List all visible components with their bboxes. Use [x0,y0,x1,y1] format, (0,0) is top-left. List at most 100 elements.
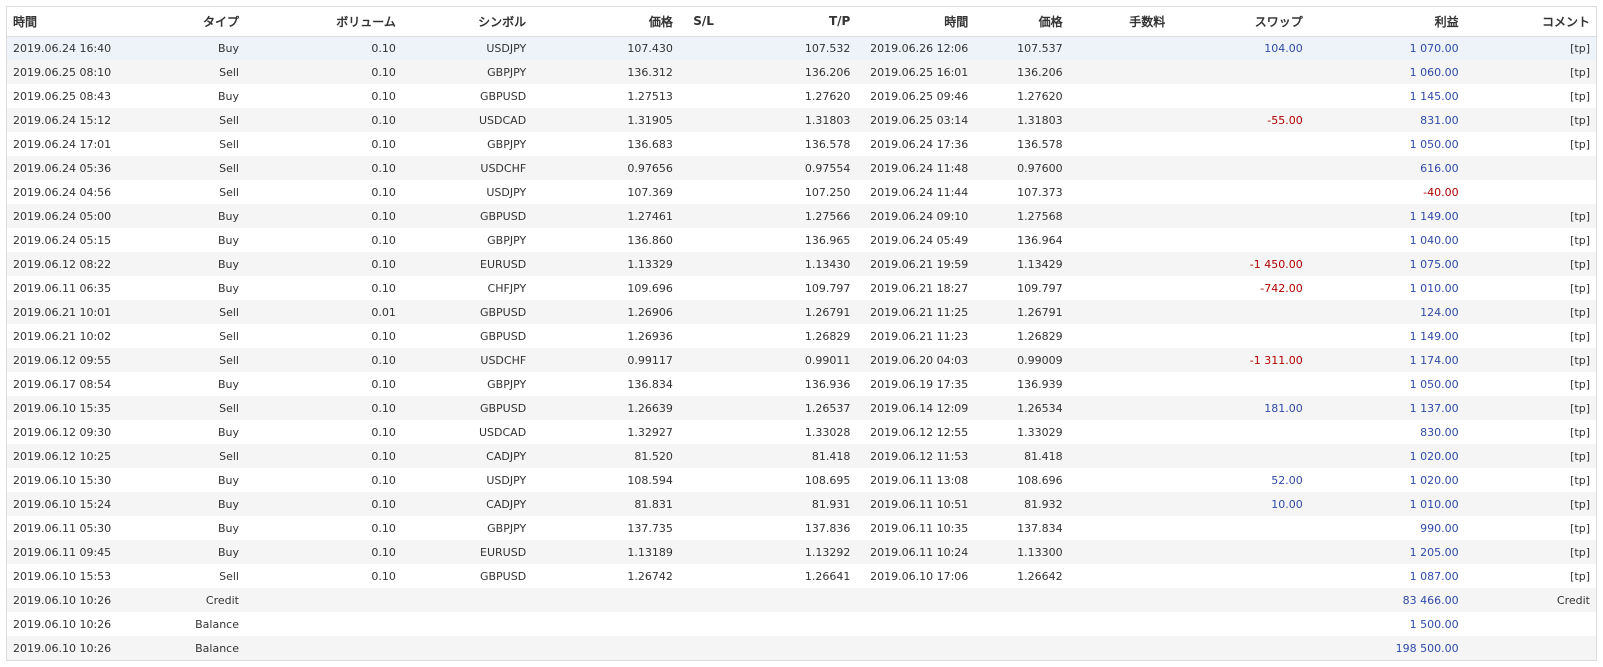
cell-volume: 0.10 [371,521,396,535]
cell-sl [678,204,720,228]
table-row[interactable]: 2019.06.10 10:26 Credit 83 466.00 Credit [7,588,1596,612]
cell-comment: [tp] [1464,36,1596,60]
cell-swap [1171,84,1308,108]
cell-close-price: 1.26534 [974,396,1069,420]
cell-swap [1171,324,1308,348]
table-row[interactable]: 2019.06.25 08:10 Sell 0.10 GBPJPY 136.312 136… [7,60,1596,84]
table-row[interactable]: 2019.06.10 15:35 Sell 0.10 GBPUSD 1.26639 1.2… [7,396,1596,420]
cell-profit: 1 075.00 [1308,252,1465,276]
cell-commission [1068,300,1172,324]
cell-symbol: CADJPY [401,444,533,468]
cell-open-time: 2019.06.10 10:26 [13,617,112,631]
cell-open-price: 137.735 [627,521,673,535]
table-row[interactable]: 2019.06.11 06:35 Buy 0.10 CHFJPY 109.696 109.… [7,276,1596,300]
table-row[interactable]: 2019.06.11 09:45 Buy 0.10 EURUSD 1.13189 1.13… [7,540,1596,564]
table-row[interactable]: 2019.06.24 04:56 Sell 0.10 USDJPY 107.369 107… [7,180,1596,204]
cell-volume: 0.10 [244,204,402,228]
cell-open-price: 136.683 [627,137,673,151]
col-symbol[interactable]: シンボル [401,7,533,37]
cell-tp: 81.418 [719,444,857,468]
cell-profit: 1 149.00 [1308,204,1465,228]
cell-profit: 1 020.00 [1308,444,1465,468]
cell-close-time: 2019.06.19 17:35 [870,377,969,391]
cell-open-time: 2019.06.10 15:24 [7,492,122,516]
cell-comment: [tp] [1570,89,1590,103]
cell-type: Balance [195,617,239,631]
table-row[interactable]: 2019.06.21 10:02 Sell 0.10 GBPUSD 1.26936 1.2… [7,324,1596,348]
col-comment[interactable]: コメント [1464,7,1596,37]
col-tp[interactable]: T/P [719,7,857,37]
cell-symbol: GBPJPY [487,233,527,247]
table-row[interactable]: 2019.06.24 05:36 Sell 0.10 USDCHF 0.97656 0.9… [7,156,1596,180]
cell-swap [1171,444,1309,468]
cell-profit: 1 500.00 [1409,617,1459,631]
cell-symbol: GBPJPY [487,521,527,535]
cell-tp: 1.26791 [719,300,857,324]
cell-profit: 1 149.00 [1409,329,1459,343]
table-row[interactable]: 2019.06.10 15:30 Buy 0.10 USDJPY 108.594 108.… [7,468,1596,492]
table-row[interactable]: 2019.06.24 17:01 Sell 0.10 GBPJPY 136.683 136… [7,132,1596,156]
table-row[interactable]: 2019.06.24 16:40 Buy 0.10 USDJPY 107.430 107.… [7,36,1596,60]
table-row[interactable]: 2019.06.12 09:30 Buy 0.10 USDCAD 1.32927 1.33… [7,420,1596,444]
col-commission[interactable]: 手数料 [1068,7,1172,37]
cell-swap: -1 311.00 [1171,348,1309,372]
cell-commission [1068,36,1172,60]
cell-comment: [tp] [1570,569,1590,583]
cell-symbol: GBPJPY [401,60,533,84]
cell-symbol: USDJPY [486,473,527,487]
col-swap[interactable]: スワップ [1171,7,1309,37]
table-row[interactable]: 2019.06.12 09:55 Sell 0.10 USDCHF 0.99117 0.9… [7,348,1596,372]
cell-symbol: GBPUSD [401,300,533,324]
cell-volume: 0.10 [244,108,402,132]
table-row[interactable]: 2019.06.24 15:12 Sell 0.10 USDCAD 1.31905 1.3… [7,108,1596,132]
table-row[interactable]: 2019.06.10 15:24 Buy 0.10 CADJPY 81.831 81.93… [7,492,1596,516]
cell-sl [679,276,720,300]
cell-comment: [tp] [1570,521,1590,535]
cell-close-price [974,636,1069,660]
cell-commission [1068,252,1172,276]
table-row[interactable]: 2019.06.21 10:01 Sell 0.01 GBPUSD 1.26906 1.2… [7,300,1596,324]
cell-sl [678,36,720,60]
col-profit[interactable]: 利益 [1308,7,1465,37]
cell-swap: 181.00 [1171,396,1309,420]
col-type[interactable]: タイプ [121,7,245,37]
table-row[interactable]: 2019.06.17 08:54 Buy 0.10 GBPJPY 136.834 136.… [7,372,1596,396]
cell-sl [679,612,720,636]
col-open-time[interactable]: 時間 [7,7,122,37]
table-row[interactable]: 2019.06.10 15:53 Sell 0.10 GBPUSD 1.26742 1.2… [7,564,1596,588]
cell-type: Buy [217,473,239,487]
col-volume[interactable]: ボリューム [244,7,402,37]
cell-close-time: 2019.06.12 12:55 [870,425,969,439]
col-open-price[interactable]: 価格 [532,7,679,37]
cell-type: Sell [219,569,239,583]
table-row[interactable]: 2019.06.25 08:43 Buy 0.10 GBPUSD 1.27513 1.27… [7,84,1596,108]
table-row[interactable]: 2019.06.12 08:22 Buy 0.10 EURUSD 1.13329 1.13… [7,252,1596,276]
table-row[interactable]: 2019.06.24 05:15 Buy 0.10 GBPJPY 136.860 136.… [7,228,1596,252]
cell-sl [678,300,720,324]
table-row[interactable]: 2019.06.24 05:00 Buy 0.10 GBPUSD 1.27461 1.27… [7,204,1596,228]
table-row[interactable]: 2019.06.12 10:25 Sell 0.10 CADJPY 81.520 81.4… [7,444,1596,468]
cell-open-time: 2019.06.24 04:56 [13,185,112,199]
table-row[interactable]: 2019.06.10 10:26 Balance 198 500.00 [7,636,1596,660]
cell-swap [1171,204,1309,228]
cell-volume: 0.10 [371,569,396,583]
col-close-price[interactable]: 価格 [974,7,1069,37]
cell-open-price: 1.27513 [627,89,673,103]
cell-commission [1069,372,1172,396]
table-row[interactable]: 2019.06.11 05:30 Buy 0.10 GBPJPY 137.735 137.… [7,516,1596,540]
cell-comment: [tp] [1464,396,1596,420]
cell-tp: 0.97554 [719,156,857,180]
cell-close-price: 1.13300 [974,540,1069,564]
cell-commission [1068,492,1172,516]
cell-close-time: 2019.06.11 10:35 [870,521,969,535]
cell-comment: Credit [1464,588,1596,612]
cell-type: Buy [217,281,239,295]
col-close-time[interactable]: 時間 [856,7,975,37]
cell-close-time: 2019.06.21 11:25 [856,300,975,324]
cell-commission [1069,228,1172,252]
col-sl[interactable]: S/L [678,7,720,37]
cell-commission [1068,636,1172,660]
cell-symbol: GBPJPY [487,377,527,391]
table-row[interactable]: 2019.06.10 10:26 Balance 1 500.00 [7,612,1596,636]
cell-swap [1171,516,1308,540]
